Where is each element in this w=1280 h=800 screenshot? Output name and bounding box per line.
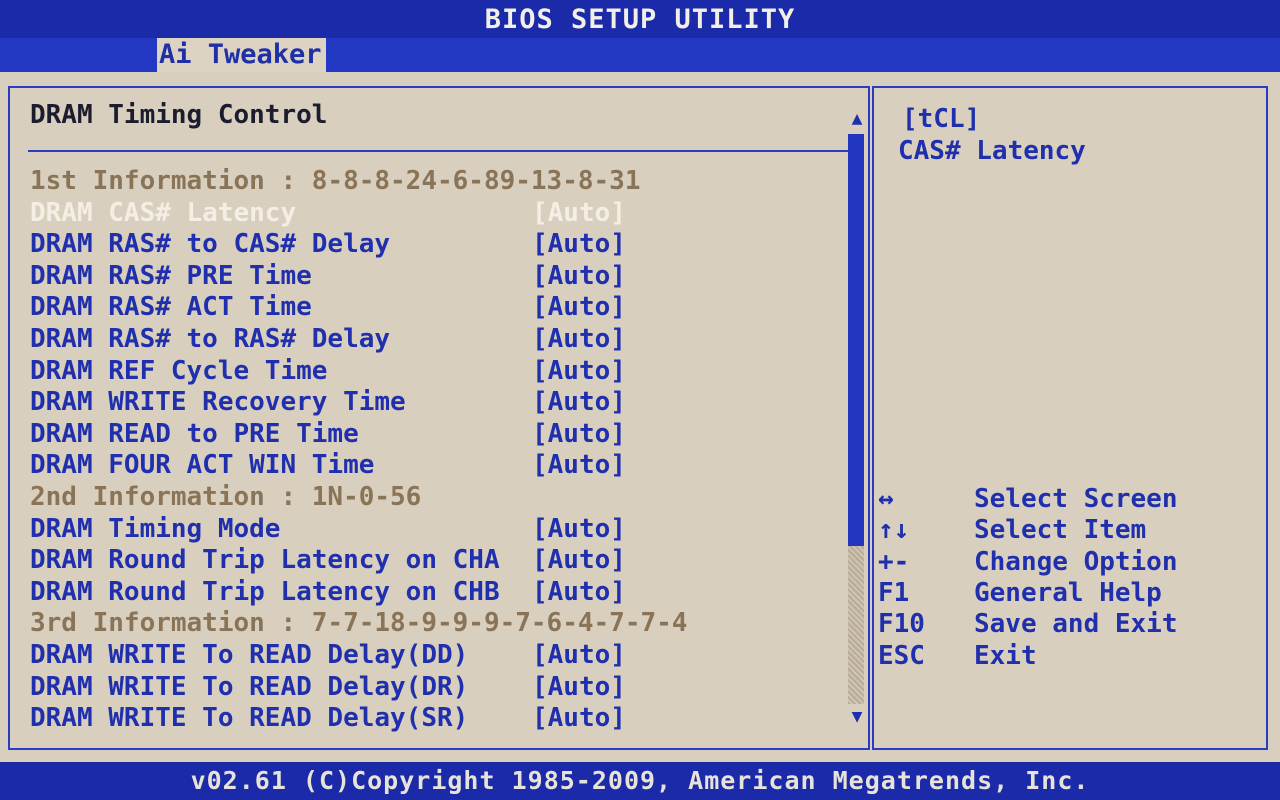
setting-row[interactable]: DRAM FOUR ACT WIN Time [Auto]	[30, 450, 850, 481]
tab-ai-tweaker[interactable]: Ai Tweaker	[157, 38, 326, 72]
setting-value[interactable]: [Auto]	[532, 356, 626, 387]
setting-row[interactable]: DRAM Round Trip Latency on CHB [Auto]	[30, 577, 850, 608]
setting-label: 1st Information : 8-8-8-24-6-89-13-8-31	[30, 166, 641, 196]
key-description: Exit	[974, 640, 1037, 671]
setting-label: DRAM Round Trip Latency on CHA	[30, 545, 500, 576]
setting-row[interactable]: DRAM CAS# Latency [Auto]	[30, 198, 850, 229]
scrollbar-thumb[interactable]	[848, 134, 864, 546]
setting-row[interactable]: DRAM WRITE Recovery Time [Auto]	[30, 387, 850, 418]
setting-value[interactable]: [Auto]	[532, 703, 626, 734]
scroll-up-icon[interactable]: ▲	[848, 108, 866, 129]
key-label: ↑↓	[878, 515, 910, 546]
setting-label: DRAM CAS# Latency	[30, 197, 297, 228]
setting-value[interactable]: [Auto]	[532, 292, 626, 323]
setting-value[interactable]: [Auto]	[532, 514, 626, 545]
key-label: +-	[878, 546, 910, 577]
info-line: 1st Information : 8-8-8-24-6-89-13-8-31	[30, 166, 850, 197]
info-line: 2nd Information : 1N-0-56	[30, 482, 850, 513]
key-hint: ↑↓ Select Item	[878, 515, 1258, 546]
window-title: BIOS SETUP UTILITY	[0, 0, 1280, 38]
tab-bar: Ai Tweaker	[0, 38, 1280, 72]
copyright-footer: v02.61 (C)Copyright 1985-2009, American …	[0, 762, 1280, 800]
setting-label: DRAM FOUR ACT WIN Time	[30, 450, 375, 481]
setting-label: DRAM RAS# to CAS# Delay	[30, 229, 391, 260]
key-hint: +- Change Option	[878, 547, 1258, 578]
setting-label: DRAM RAS# PRE Time	[30, 260, 312, 291]
setting-label: DRAM WRITE Recovery Time	[30, 387, 406, 418]
key-label: ↔	[878, 484, 894, 514]
setting-label: 2nd Information : 1N-0-56	[30, 482, 422, 512]
page-title: DRAM Timing Control	[30, 100, 328, 130]
key-description: Change Option	[974, 546, 1178, 577]
setting-value[interactable]: [Auto]	[532, 419, 626, 450]
setting-label: DRAM RAS# to RAS# Delay	[30, 324, 391, 354]
key-label: F10	[878, 609, 925, 640]
setting-value[interactable]: [Auto]	[532, 324, 626, 355]
help-title: [tCL]	[902, 104, 981, 134]
setting-value[interactable]: [Auto]	[532, 387, 626, 418]
setting-row[interactable]: DRAM RAS# ACT Time [Auto]	[30, 292, 850, 323]
setting-label: DRAM RAS# ACT Time	[30, 292, 312, 323]
setting-label: DRAM Round Trip Latency on CHB	[30, 576, 500, 607]
key-hint: ↔ Select Screen	[878, 484, 1258, 515]
setting-row[interactable]: DRAM Timing Mode [Auto]	[30, 514, 850, 545]
key-description: Select Screen	[974, 484, 1178, 514]
setting-row[interactable]: DRAM RAS# to RAS# Delay [Auto]	[30, 324, 850, 355]
setting-label: 3rd Information : 7-7-18-9-9-9-7-6-4-7-7…	[30, 608, 688, 639]
setting-label: DRAM Timing Mode	[30, 513, 281, 544]
setting-value[interactable]: [Auto]	[532, 545, 626, 576]
setting-row[interactable]: DRAM RAS# to CAS# Delay [Auto]	[30, 229, 850, 260]
heading-divider	[28, 150, 850, 152]
setting-value[interactable]: [Auto]	[532, 261, 626, 292]
setting-row[interactable]: DRAM WRITE To READ Delay(SR) [Auto]	[30, 703, 850, 734]
setting-label: DRAM WRITE To READ Delay(SR)	[30, 703, 469, 734]
setting-label: DRAM REF Cycle Time	[30, 355, 328, 386]
key-description: General Help	[974, 577, 1162, 608]
key-description: Save and Exit	[974, 609, 1178, 640]
setting-row[interactable]: DRAM WRITE To READ Delay(DR) [Auto]	[30, 672, 850, 703]
setting-row[interactable]: DRAM REF Cycle Time [Auto]	[30, 356, 850, 387]
key-label: ESC	[878, 640, 925, 671]
main-frame: DRAM Timing Control 1st Information : 8-…	[0, 72, 1280, 762]
setting-row[interactable]: DRAM READ to PRE Time [Auto]	[30, 419, 850, 450]
setting-value[interactable]: [Auto]	[532, 198, 626, 229]
setting-row[interactable]: DRAM RAS# PRE Time [Auto]	[30, 261, 850, 292]
setting-value[interactable]: [Auto]	[532, 640, 626, 671]
setting-label: DRAM READ to PRE Time	[30, 418, 359, 449]
setting-row[interactable]: DRAM WRITE To READ Delay(DD) [Auto]	[30, 640, 850, 671]
key-hint: ESC Exit	[878, 641, 1258, 672]
setting-value[interactable]: [Auto]	[532, 229, 626, 260]
key-hint: F1 General Help	[878, 578, 1258, 609]
setting-value[interactable]: [Auto]	[532, 672, 626, 703]
key-hint: F10 Save and Exit	[878, 609, 1258, 640]
help-description: CAS# Latency	[898, 136, 1086, 166]
info-line: 3rd Information : 7-7-18-9-9-9-7-6-4-7-7…	[30, 608, 850, 639]
key-label: F1	[878, 577, 910, 608]
setting-label: DRAM WRITE To READ Delay(DD)	[30, 640, 469, 670]
setting-value[interactable]: [Auto]	[532, 450, 626, 481]
setting-row[interactable]: DRAM Round Trip Latency on CHA [Auto]	[30, 545, 850, 576]
setting-label: DRAM WRITE To READ Delay(DR)	[30, 671, 469, 702]
scroll-down-icon[interactable]: ▼	[848, 706, 866, 727]
key-description: Select Item	[974, 515, 1147, 546]
setting-value[interactable]: [Auto]	[532, 577, 626, 608]
